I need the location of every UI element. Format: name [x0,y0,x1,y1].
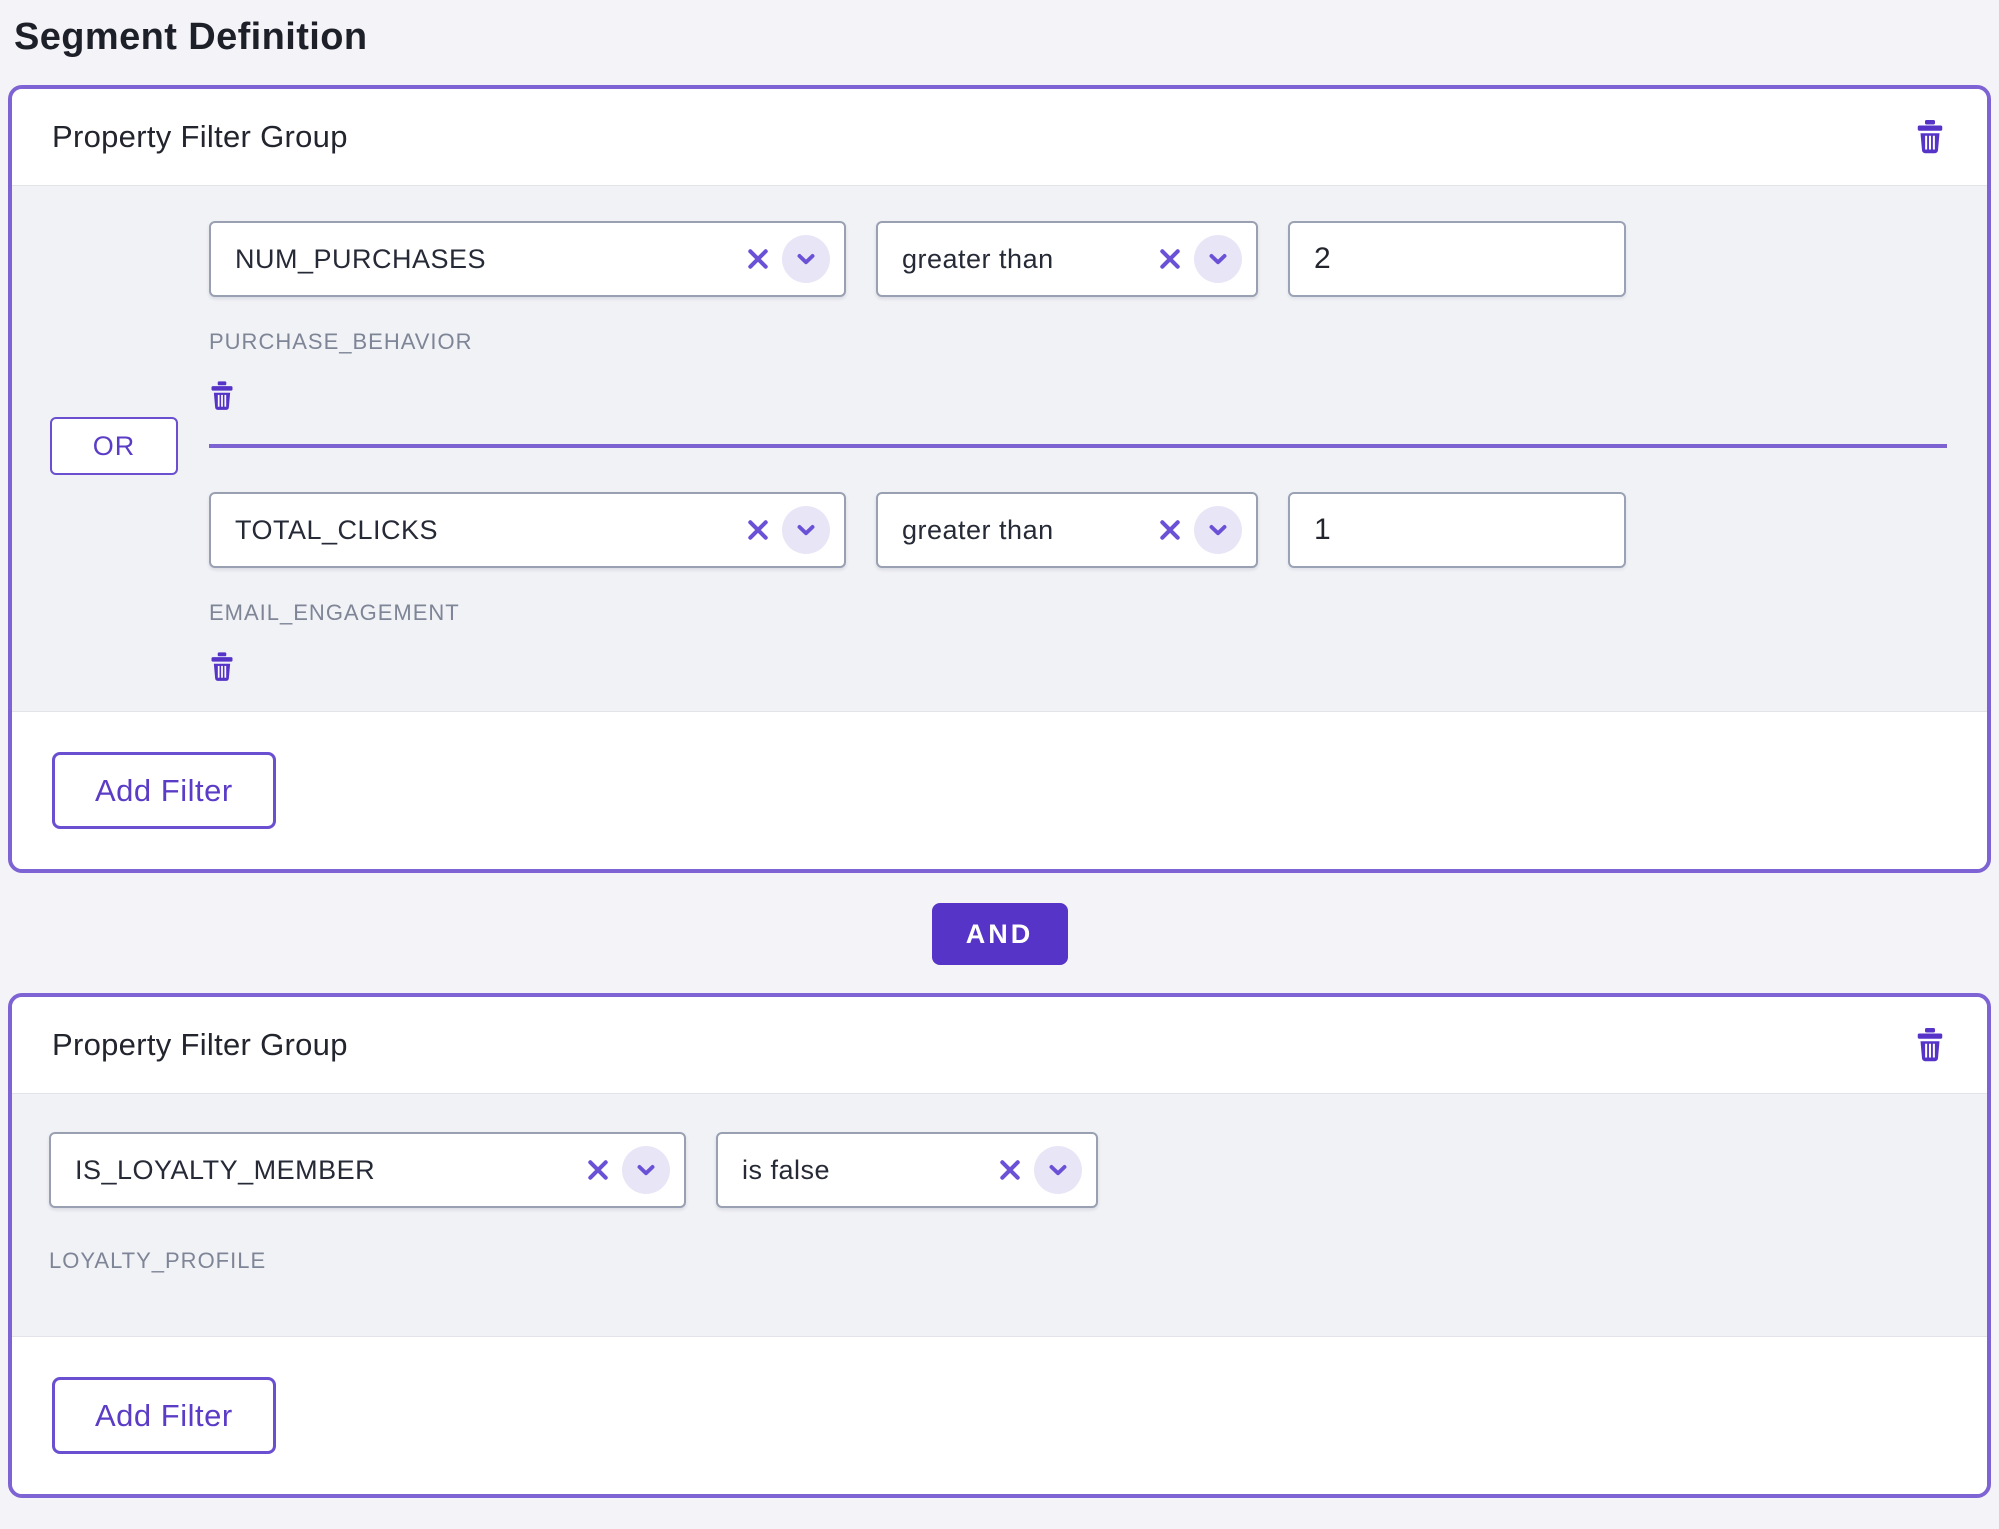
delete-filter-button[interactable] [209,652,235,682]
filter-row: NUM_PURCHASES greater than [209,221,1947,297]
chevron-down-icon [1205,517,1231,543]
group-title: Property Filter Group [52,119,348,155]
operator-dropdown-toggle[interactable] [1194,235,1242,283]
operator-select[interactable]: is false [716,1132,1098,1208]
property-select-value: IS_LOYALTY_MEMBER [75,1155,586,1186]
trash-icon [209,381,235,411]
property-dropdown-toggle[interactable] [782,235,830,283]
trash-icon [1915,120,1945,155]
property-select-value: NUM_PURCHASES [235,244,746,275]
group-2-header: Property Filter Group [12,997,1987,1093]
page-bottom-gap [0,1498,1999,1524]
group-2-footer: Add Filter [12,1336,1987,1494]
operator-select-value: greater than [902,244,1158,275]
filter-value-input[interactable] [1288,221,1626,297]
filter-row: IS_LOYALTY_MEMBER is false [49,1132,1947,1208]
property-filter-group-1: Property Filter Group NUM_PURCHASES [8,85,1991,873]
add-filter-button[interactable]: Add Filter [52,1377,276,1454]
property-category-label: EMAIL_ENGAGEMENT [209,600,1947,626]
x-icon [746,247,770,271]
x-icon [746,518,770,542]
group-title: Property Filter Group [52,1027,348,1063]
operator-select[interactable]: greater than [876,492,1258,568]
clear-operator-button[interactable] [1158,518,1182,542]
property-select[interactable]: IS_LOYALTY_MEMBER [49,1132,686,1208]
chevron-down-icon [633,1157,659,1183]
property-select-value: TOTAL_CLICKS [235,515,746,546]
chevron-down-icon [793,246,819,272]
filter-connector-or-button[interactable]: OR [50,417,178,475]
add-filter-button[interactable]: Add Filter [52,752,276,829]
operator-select-value: is false [742,1155,998,1186]
segment-definition-page: Segment Definition Property Filter Group… [0,0,1999,1529]
trash-icon [1915,1028,1945,1063]
property-select[interactable]: NUM_PURCHASES [209,221,846,297]
group-1-footer: Add Filter [12,711,1987,869]
filter-connector-line: OR [209,444,1947,448]
chevron-down-icon [1205,246,1231,272]
page-title: Segment Definition [0,0,1999,59]
operator-dropdown-toggle[interactable] [1034,1146,1082,1194]
operator-select[interactable]: greater than [876,221,1258,297]
delete-group-button[interactable] [1915,120,1945,155]
operator-dropdown-toggle[interactable] [1194,506,1242,554]
property-filter-group-2: Property Filter Group IS_LOYALTY_MEMBER [8,993,1991,1498]
chevron-down-icon [1045,1157,1071,1183]
property-dropdown-toggle[interactable] [782,506,830,554]
property-category-label: PURCHASE_BEHAVIOR [209,329,1947,355]
x-icon [1158,247,1182,271]
clear-property-button[interactable] [746,247,770,271]
property-category-label: LOYALTY_PROFILE [49,1248,1947,1274]
group-connector-and-button[interactable]: AND [932,903,1068,965]
trash-icon [209,652,235,682]
filter-block: IS_LOYALTY_MEMBER is false [49,1132,1947,1274]
group-1-header: Property Filter Group [12,89,1987,185]
delete-filter-button[interactable] [209,381,235,411]
filter-row: TOTAL_CLICKS greater than [209,492,1947,568]
group-1-body: NUM_PURCHASES greater than [12,185,1987,711]
property-dropdown-toggle[interactable] [622,1146,670,1194]
filter-value-input[interactable] [1288,492,1626,568]
x-icon [998,1158,1022,1182]
clear-operator-button[interactable] [1158,247,1182,271]
x-icon [1158,518,1182,542]
group-connector-wrap: AND [0,903,1999,965]
clear-property-button[interactable] [586,1158,610,1182]
x-icon [586,1158,610,1182]
delete-group-button[interactable] [1915,1028,1945,1063]
group-2-body: IS_LOYALTY_MEMBER is false [12,1093,1987,1336]
filter-block: TOTAL_CLICKS greater than [209,492,1947,687]
operator-select-value: greater than [902,515,1158,546]
property-select[interactable]: TOTAL_CLICKS [209,492,846,568]
chevron-down-icon [793,517,819,543]
clear-operator-button[interactable] [998,1158,1022,1182]
filter-block: NUM_PURCHASES greater than [209,221,1947,416]
clear-property-button[interactable] [746,518,770,542]
